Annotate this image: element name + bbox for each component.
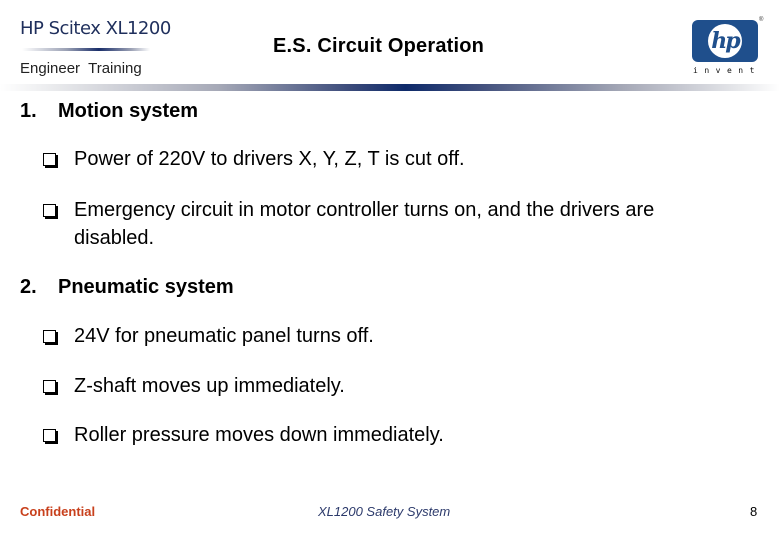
checkbox-square-icon — [43, 429, 56, 442]
slide-title: E.S. Circuit Operation — [273, 35, 485, 57]
bullet-text: 24V for pneumatic panel turns off. — [74, 325, 374, 347]
list-item: Power of 220V to drivers X, Y, Z, T is c… — [42, 145, 714, 173]
registered-mark: ® — [759, 17, 764, 23]
bullet-text: Z-shaft moves up immediately. — [74, 375, 345, 397]
section-title: Pneumatic system — [58, 276, 234, 298]
list-item: Emergency circuit in motor controller tu… — [42, 196, 714, 252]
subtitle: Engineer Training — [20, 60, 142, 77]
hp-logo-text: hp — [711, 28, 740, 54]
checkbox-square-icon — [43, 330, 56, 343]
section-heading-pneumatic: 2. Pneumatic system — [20, 276, 234, 299]
checkbox-square-icon — [43, 380, 56, 393]
bullet-text: Emergency circuit in motor controller tu… — [74, 199, 655, 249]
footer-title: XL1200 Safety System — [318, 504, 451, 519]
list-item: Roller pressure moves down immediately. — [42, 421, 714, 449]
page-number: 8 — [750, 504, 758, 519]
section-heading-motion: 1. Motion system — [20, 100, 198, 123]
brand-name: HP Scitex XL1200 — [20, 18, 171, 39]
bullet-text: Power of 220V to drivers X, Y, Z, T is c… — [74, 148, 465, 170]
bullet-text: Roller pressure moves down immediately. — [74, 424, 444, 446]
hp-logo: hp — [692, 20, 758, 62]
section-title: Motion system — [58, 100, 199, 122]
list-item: Z-shaft moves up immediately. — [42, 372, 714, 400]
brand-underline — [22, 48, 150, 51]
section-number: 2. — [20, 276, 37, 298]
checkbox-square-icon — [43, 153, 56, 166]
confidential-label: Confidential — [20, 504, 96, 519]
list-item: 24V for pneumatic panel turns off. — [42, 322, 714, 350]
header-divider-bar — [0, 84, 780, 91]
checkbox-square-icon — [43, 204, 56, 217]
section-number: 1. — [20, 100, 37, 122]
hp-logo-circle: hp — [708, 24, 742, 58]
hp-invent-tagline: invent — [693, 66, 761, 75]
